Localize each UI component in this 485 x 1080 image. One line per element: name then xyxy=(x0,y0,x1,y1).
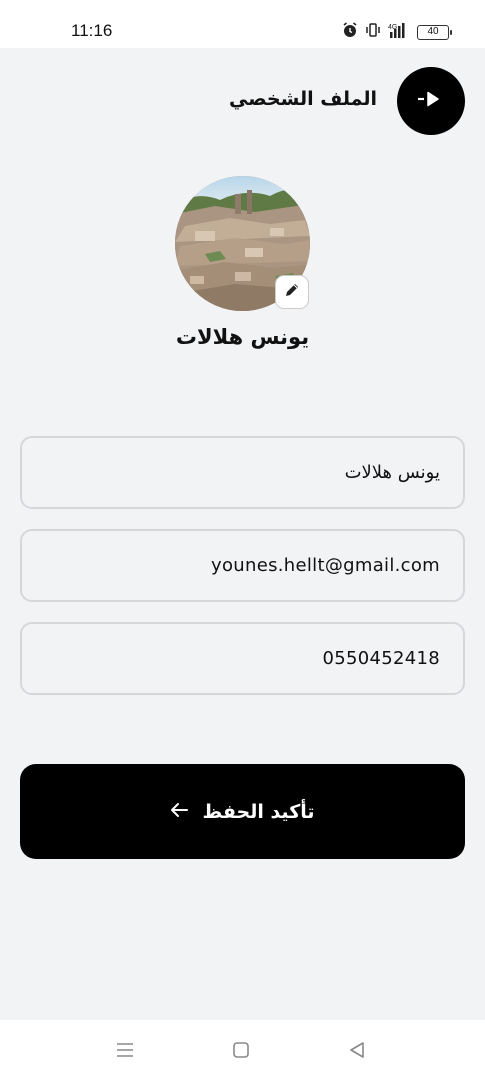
menu-icon[interactable] xyxy=(113,1038,137,1062)
alarm-icon xyxy=(342,22,358,42)
battery-icon: 40 xyxy=(417,24,452,40)
avatar-container xyxy=(175,176,310,311)
logout-arrow-icon xyxy=(418,91,444,111)
save-button[interactable]: تأكيد الحفظ xyxy=(20,764,465,859)
save-button-label: تأكيد الحفظ xyxy=(202,800,315,823)
page-title: الملف الشخصي xyxy=(228,88,377,110)
pencil-icon xyxy=(284,282,300,302)
signal-icon: 4G xyxy=(388,22,410,42)
name-field[interactable] xyxy=(20,436,465,509)
system-nav-bar xyxy=(0,1020,485,1080)
arrow-left-icon xyxy=(170,802,189,822)
profile-name: يونس هلالات xyxy=(175,325,310,349)
phone-field[interactable] xyxy=(20,622,465,695)
back-icon[interactable] xyxy=(345,1038,369,1062)
name-input[interactable] xyxy=(22,438,463,507)
edit-avatar-button[interactable] xyxy=(275,275,309,309)
vibrate-icon xyxy=(365,22,381,42)
home-icon[interactable] xyxy=(229,1038,253,1062)
email-input[interactable] xyxy=(22,531,463,600)
status-icons: 4G 40 xyxy=(342,22,452,42)
status-time: 11:16 xyxy=(71,21,113,40)
email-field[interactable] xyxy=(20,529,465,602)
phone-input[interactable] xyxy=(22,624,463,693)
logout-button[interactable] xyxy=(397,67,465,135)
status-bar: 11:16 4G 40 xyxy=(0,0,485,48)
